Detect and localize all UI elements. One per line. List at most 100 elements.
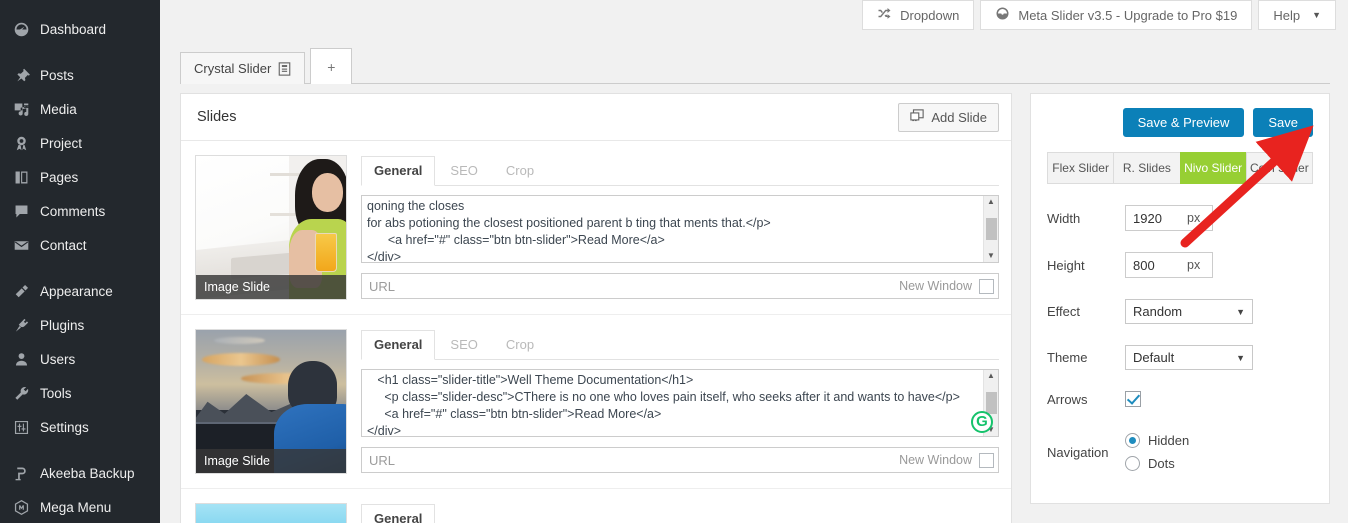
add-slider-tab[interactable]: + (310, 48, 353, 84)
navigation-field-row: Navigation Hidden Dots (1047, 433, 1313, 471)
tab-general[interactable]: General (361, 156, 436, 186)
navigation-option-hidden[interactable]: Hidden (1125, 433, 1189, 448)
chevron-down-icon: ▼ (1312, 10, 1321, 20)
slide-editor-tabs: General (361, 503, 999, 523)
sidebar-item-settings[interactable]: Settings (0, 410, 160, 444)
admin-sidebar: Dashboard Posts Media Project Pages Comm… (0, 0, 160, 523)
tab-seo[interactable]: SEO (437, 156, 490, 186)
sidebar-divider (0, 444, 160, 456)
arrows-checkbox[interactable] (1125, 391, 1141, 407)
meta-slider-logo-icon (995, 6, 1010, 24)
effect-field-row: Effect Random ▼ (1047, 299, 1313, 324)
sidebar-item-mega-menu[interactable]: Mega Menu (0, 490, 160, 523)
slide-url-row: URL New Window (361, 273, 999, 299)
sidebar-divider (0, 262, 160, 274)
sidebar-item-label: Project (40, 135, 83, 151)
effect-label: Effect (1047, 304, 1081, 319)
sidebar-item-label: Tools (40, 385, 72, 401)
tab-crop[interactable]: Crop (493, 156, 547, 186)
slide-thumbnail[interactable] (195, 503, 347, 523)
add-slide-button[interactable]: Add Slide (898, 102, 999, 132)
sidebar-item-tools[interactable]: Tools (0, 376, 160, 410)
tab-coin-slider[interactable]: Coin Slider (1245, 152, 1313, 184)
tab-flex-slider[interactable]: Flex Slider (1047, 152, 1114, 184)
sidebar-item-contact[interactable]: Contact (0, 228, 160, 262)
slider-settings-icon[interactable] (278, 61, 291, 76)
sidebar-item-label: Plugins (40, 317, 85, 333)
wordpress-admin-screen: Dashboard Posts Media Project Pages Comm… (0, 0, 1348, 523)
sidebar-item-pages[interactable]: Pages (0, 160, 160, 194)
sidebar-item-media[interactable]: Media (0, 92, 160, 126)
theme-field-row: Theme Default ▼ (1047, 345, 1313, 370)
chevron-down-icon: ▼ (1236, 352, 1245, 363)
award-icon (11, 133, 31, 153)
dropdown-button[interactable]: Dropdown (862, 0, 975, 30)
sidebar-item-akeeba-backup[interactable]: Akeeba Backup (0, 456, 160, 490)
megamenu-icon (11, 497, 31, 517)
help-button[interactable]: Help ▼ (1258, 0, 1336, 30)
scrollbar-thumb[interactable] (985, 218, 997, 240)
width-field-row: Width 1920 px (1047, 205, 1313, 231)
shuffle-icon (877, 6, 892, 24)
slide-editor: General SEO Crop qoning the closes for a… (361, 155, 999, 300)
slide-url-input[interactable]: URL (369, 279, 395, 294)
tab-crop[interactable]: Crop (493, 330, 547, 360)
navigation-options: Hidden Dots (1125, 433, 1189, 471)
tab-r-slides[interactable]: R. Slides (1113, 152, 1180, 184)
sidebar-item-appearance[interactable]: Appearance (0, 274, 160, 308)
grammarly-icon[interactable]: G (971, 411, 993, 433)
tab-general[interactable]: General (361, 330, 436, 360)
arrows-field-row: Arrows (1047, 391, 1313, 407)
navigation-option-dots[interactable]: Dots (1125, 456, 1189, 471)
width-label: Width (1047, 210, 1081, 226)
scroll-up-icon[interactable]: ▲ (987, 370, 995, 382)
scroll-up-icon[interactable]: ▲ (987, 196, 995, 208)
height-field-row: Height 800 px (1047, 252, 1313, 278)
akeeba-icon (11, 463, 31, 483)
new-window-label: New Window (899, 453, 972, 467)
sidebar-item-label: Comments (40, 203, 106, 219)
pages-icon (11, 167, 31, 187)
sidebar-item-plugins[interactable]: Plugins (0, 308, 160, 342)
upgrade-to-pro-button[interactable]: Meta Slider v3.5 - Upgrade to Pro $19 (980, 0, 1253, 30)
wrench-icon (11, 383, 31, 403)
tab-general[interactable]: General (361, 504, 436, 523)
slide-thumbnail[interactable]: Image Slide (195, 329, 347, 474)
slide-thumbnail[interactable]: Image Slide (195, 155, 347, 300)
radio-hidden[interactable] (1125, 433, 1140, 448)
meta-slider-toolbar: Dropdown Meta Slider v3.5 - Upgrade to P… (160, 0, 1348, 30)
slide-url-input[interactable]: URL (369, 453, 395, 468)
scrollbar-thumb[interactable] (985, 392, 997, 414)
save-button[interactable]: Save (1253, 108, 1313, 137)
slides-column: Slides Add Slide Image Slide General SEO… (180, 93, 1012, 523)
slide-caption-area: <h1 class="slider-title">Well Theme Docu… (361, 369, 999, 437)
slide-caption-textarea[interactable]: <h1 class="slider-title">Well Theme Docu… (361, 369, 999, 437)
new-window-checkbox[interactable] (979, 452, 994, 468)
sidebar-item-posts[interactable]: Posts (0, 58, 160, 92)
tab-seo[interactable]: SEO (437, 330, 490, 360)
pin-icon (11, 65, 31, 85)
effect-select[interactable]: Random ▼ (1125, 299, 1253, 324)
new-window-checkbox[interactable] (979, 278, 994, 294)
sidebar-item-users[interactable]: Users (0, 342, 160, 376)
tab-crystal-slider[interactable]: Crystal Slider (180, 52, 306, 84)
theme-label: Theme (1047, 350, 1088, 365)
sidebar-item-comments[interactable]: Comments (0, 194, 160, 228)
scroll-down-icon[interactable]: ▼ (987, 250, 995, 262)
sidebar-item-dashboard[interactable]: Dashboard (0, 12, 160, 46)
navigation-option-label: Hidden (1148, 433, 1190, 448)
slide-caption-textarea[interactable]: qoning the closes for abs potioning the … (361, 195, 999, 263)
theme-select[interactable]: Default ▼ (1125, 345, 1253, 370)
tab-nivo-slider[interactable]: Nivo Slider (1179, 152, 1246, 184)
navigation-label: Navigation (1047, 444, 1109, 460)
save-and-preview-button[interactable]: Save & Preview (1122, 108, 1245, 137)
slide-row: Image Slide General SEO Crop qoning the … (181, 141, 1011, 315)
sidebar-item-project[interactable]: Project (0, 126, 160, 160)
radio-dots[interactable] (1125, 456, 1140, 471)
slide-caption-area: qoning the closes for abs potioning the … (361, 195, 999, 263)
textarea-scrollbar[interactable]: ▲ ▼ (983, 196, 998, 262)
slide-row: Image Slide General SEO Crop <h1 class="… (181, 315, 1011, 489)
sidebar-item-label: Akeeba Backup (40, 465, 135, 481)
new-window-group: New Window (899, 278, 994, 294)
sidebar-item-label: Pages (40, 169, 79, 185)
